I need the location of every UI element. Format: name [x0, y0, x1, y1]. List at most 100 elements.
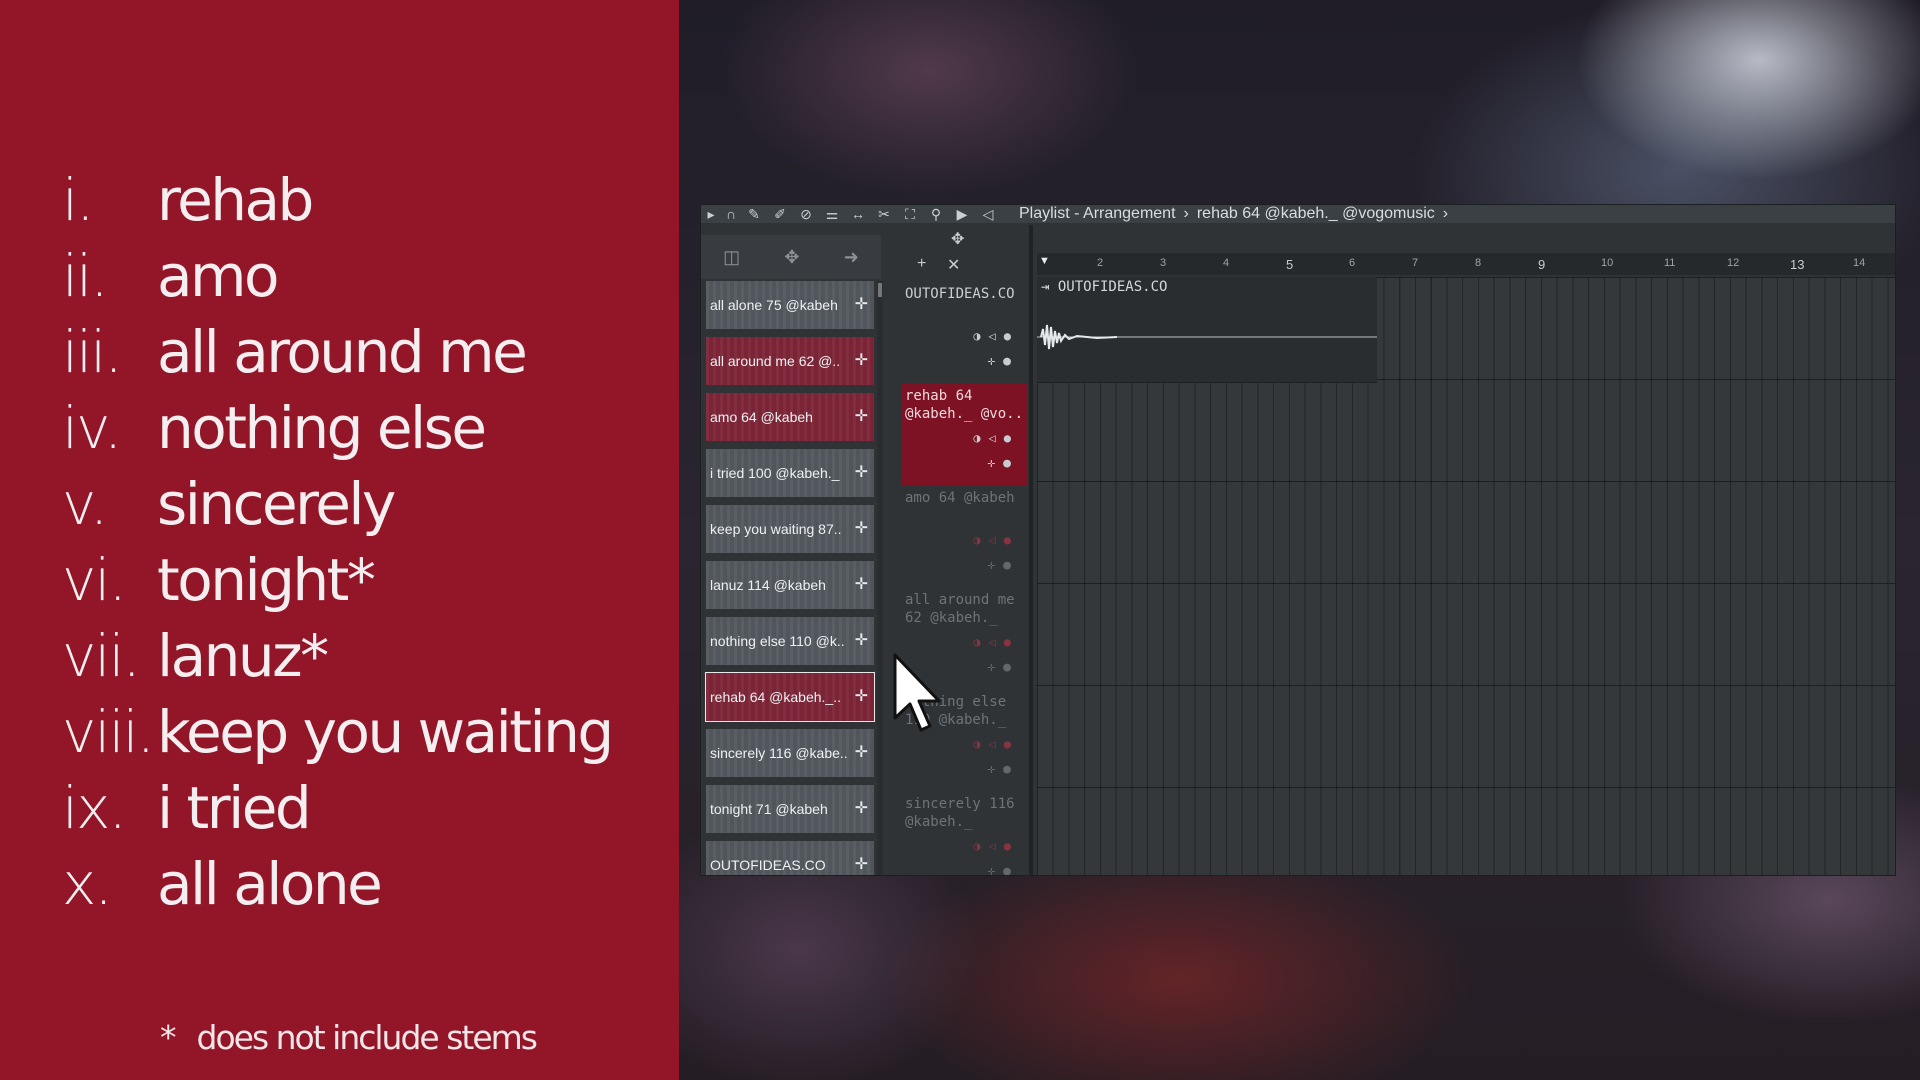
track-title: all alone [157, 850, 383, 918]
track-mute-icon[interactable]: ✛● [987, 761, 1019, 779]
pattern-item[interactable]: amo 64 @kabeh ✛ [706, 393, 874, 441]
footnote: * does not include stems [160, 1018, 538, 1057]
track-number: viii. [62, 698, 155, 766]
track-label: sincerely 116 @kabeh._ [905, 796, 1015, 830]
magnet-icon[interactable]: ∩ [721, 205, 741, 223]
mouse-cursor-icon [893, 653, 941, 732]
add-icon[interactable]: + [917, 255, 926, 273]
drag-handle-icon[interactable]: ✛ [855, 281, 868, 329]
slip-icon[interactable]: ↔ [845, 205, 871, 223]
track-number: x. [62, 850, 113, 918]
ruler-tick: 6 [1349, 257, 1356, 269]
pattern-item[interactable]: tonight 71 @kabeh ✛ [706, 785, 874, 833]
drag-handle-icon[interactable]: ✛ [855, 673, 868, 721]
pattern-name: all alone 75 @kabeh [710, 297, 838, 313]
link-icon[interactable]: ➜ [844, 247, 859, 268]
playhead-marker-icon[interactable]: ▼ [1039, 255, 1050, 267]
audio-clip[interactable]: ⇥ OUTOFIDEAS.CO [1037, 277, 1377, 383]
track-controls-icon[interactable]: ◑◁● [973, 837, 1019, 855]
drag-handle-icon[interactable]: ✛ [855, 617, 868, 665]
pattern-list: all alone 75 @kabeh ✛ all around me 62 @..… [705, 281, 875, 875]
track-header[interactable]: amo 64 @kabeh ◑◁● ✛● [901, 485, 1027, 587]
pattern-browser-header: ◫ ✥ ➜ [701, 235, 881, 279]
track-mute-icon[interactable]: ✛● [987, 557, 1019, 575]
mute-icon[interactable]: ⚌ [819, 205, 845, 223]
arrangement-name: rehab 64 @kabeh._ @vogomusic [1196, 205, 1435, 222]
track-number: i. [62, 166, 95, 234]
drag-handle-icon[interactable]: ✛ [855, 729, 868, 777]
slice-icon[interactable]: ✂ [871, 205, 897, 223]
playlist-title: Playlist - Arrangement [1019, 205, 1176, 222]
piano-icon[interactable]: ◫ [723, 247, 740, 268]
playlist-toolbar: ▸ ∩ ✎ ✐ ⊘ ⚌ ↔ ✂ ⛶ ⚲ ▶ ◁ Playlist - Arran… [701, 205, 1895, 223]
track-label: all around me 62 @kabeh._ [905, 592, 1015, 626]
footnote-text: does not include stems [196, 1018, 538, 1057]
pattern-item[interactable]: rehab 64 @kabeh._.. ✛ [705, 672, 875, 722]
pattern-item[interactable]: keep you waiting 87.. ✛ [706, 505, 874, 553]
track-title: tonight* [157, 546, 376, 614]
close-icon[interactable]: ✕ [947, 255, 960, 275]
track-number: iv. [62, 394, 122, 462]
track-controls-icon[interactable]: ◑◁● [973, 531, 1019, 549]
pattern-item[interactable]: lanuz 114 @kabeh ✛ [706, 561, 874, 609]
drag-handle-icon[interactable]: ✛ [855, 785, 868, 833]
drag-handle-icon[interactable]: ✛ [855, 505, 868, 553]
track-controls-icon[interactable]: ◑◁● [973, 633, 1019, 651]
pattern-scrollbar[interactable] [877, 281, 883, 875]
track-controls-icon[interactable]: ◑◁● [973, 429, 1019, 447]
drag-handle-icon[interactable]: ✛ [855, 337, 868, 385]
zoom-icon[interactable]: ⚲ [923, 205, 949, 223]
track-mute-icon[interactable]: ✛● [987, 863, 1019, 875]
pattern-name: amo 64 @kabeh [710, 409, 813, 425]
drag-handle-icon[interactable]: ✛ [855, 841, 868, 875]
ruler-tick: 9 [1538, 257, 1546, 272]
move-icon[interactable]: ✥ [951, 229, 964, 249]
drag-handle-icon[interactable]: ✛ [855, 449, 868, 497]
pattern-item[interactable]: OUTOFIDEAS.CO ✛ [706, 841, 874, 875]
clip-waveform [1037, 324, 1377, 350]
pencil-icon[interactable]: ✎ [741, 205, 767, 223]
move-icon[interactable]: ✥ [784, 247, 799, 268]
track-header[interactable]: rehab 64 @kabeh._ @vo.. ◑◁● ✛● [901, 383, 1027, 485]
track-title: rehab [157, 166, 314, 234]
track-title: keep you waiting [157, 698, 614, 766]
clip-name: OUTOFIDEAS.CO [1057, 279, 1168, 295]
ruler-tick: 4 [1223, 257, 1230, 269]
track-mute-icon[interactable]: ✛● [987, 353, 1019, 371]
track-controls-icon[interactable]: ◑◁● [973, 327, 1019, 345]
ruler-tick: 2 [1097, 257, 1104, 269]
track-header[interactable]: OUTOFIDEAS.CO ◑◁● ✛● [901, 281, 1027, 383]
track-controls-icon[interactable]: ◑◁● [973, 735, 1019, 753]
pattern-name: tonight 71 @kabeh [710, 801, 828, 817]
pattern-item[interactable]: sincerely 116 @kabe.. ✛ [706, 729, 874, 777]
track-header[interactable]: sincerely 116 @kabeh._ ◑◁● ✛● [901, 791, 1027, 875]
ruler-tick: 7 [1412, 257, 1419, 269]
breadcrumb-separator: › [1442, 205, 1449, 222]
pattern-item[interactable]: nothing else 110 @k.. ✛ [706, 617, 874, 665]
track-divider[interactable] [1029, 225, 1033, 875]
track-headers: OUTOFIDEAS.CO ◑◁● ✛● rehab 64 @kabeh._ @vo.… [901, 281, 1027, 875]
track-mute-icon[interactable]: ✛● [987, 659, 1019, 677]
track-number: vii. [62, 622, 141, 690]
pattern-item[interactable]: i tried 100 @kabeh._ ✛ [706, 449, 874, 497]
track-mute-icon[interactable]: ✛● [987, 455, 1019, 473]
track-label: amo 64 @kabeh [905, 490, 1015, 506]
ruler-tick: 14 [1853, 257, 1866, 269]
pattern-item[interactable]: all around me 62 @.. ✛ [706, 337, 874, 385]
delete-icon[interactable]: ⊘ [793, 205, 819, 223]
drag-handle-icon[interactable]: ✛ [855, 561, 868, 609]
playback-icon[interactable]: ▶ [949, 205, 975, 223]
timeline-ruler[interactable]: 2 3 4 5 6 7 8 9 10 11 12 13 14 ▼ [1037, 253, 1895, 275]
select-icon[interactable]: ⛶ [897, 205, 923, 223]
pattern-name: all around me 62 @.. [710, 353, 841, 369]
track-header-toolbar: ✥ + ✕ [897, 225, 985, 279]
speaker-icon: ◁ [982, 206, 994, 222]
playlist-breadcrumb[interactable]: Playlist - Arrangement › rehab 64 @kabeh._… [1015, 205, 1452, 223]
drag-handle-icon[interactable]: ✛ [855, 393, 868, 441]
play-arrow-icon[interactable]: ▸ [701, 205, 721, 223]
ruler-tick: 13 [1790, 257, 1805, 272]
breadcrumb-separator: › [1183, 205, 1189, 222]
track-number: ii. [62, 242, 109, 310]
pattern-item[interactable]: all alone 75 @kabeh ✛ [706, 281, 874, 329]
paint-icon[interactable]: ✐ [767, 205, 793, 223]
